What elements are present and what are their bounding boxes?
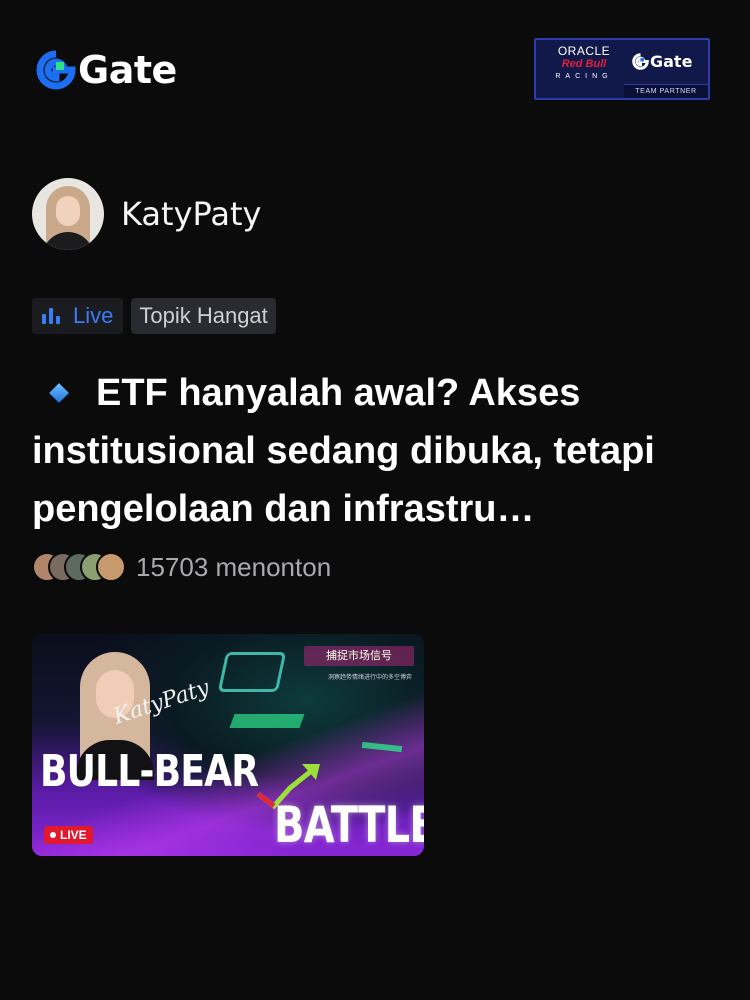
viewer-count: 15703 menonton — [136, 551, 332, 582]
avatar[interactable] — [32, 178, 104, 250]
partner-gate-icon — [632, 53, 649, 70]
gate-logo-icon — [36, 50, 76, 90]
live-bars-icon — [42, 308, 63, 324]
tag-row: Live Topik Hangat — [32, 298, 276, 334]
thumbnail-headline-1: BULL-BEAR — [40, 746, 259, 797]
team-partner-badge[interactable]: ORACLE Red Bull RACING Gate TEAM PARTNER — [534, 38, 710, 100]
stream-thumbnail[interactable]: KatyPaty 捕捉市场信号 洞察趋势情绪进行中的多空博弈 BULL-BEAR… — [32, 634, 424, 856]
streamer-name[interactable]: KatyPaty — [121, 195, 261, 233]
thumbnail-cn-subtitle: 洞察趋势情绪进行中的多空博弈 — [328, 674, 413, 681]
viewer-avatars — [32, 550, 128, 584]
streamer-profile[interactable]: KatyPaty — [32, 178, 261, 250]
post-title[interactable]: ETF hanyalah awal? Akses institusional s… — [32, 364, 722, 538]
gate-logo[interactable]: Gate — [36, 48, 177, 92]
topic-tag[interactable]: Topik Hangat — [131, 298, 276, 334]
live-badge: LIVE — [44, 826, 93, 844]
thumbnail-cn-title: 捕捉市场信号 — [304, 646, 414, 666]
partner-redbull-text: Red Bull — [561, 58, 607, 70]
live-tag-label: Live — [73, 303, 114, 328]
partner-oracle-text: ORACLE — [557, 44, 611, 58]
thumbnail-headline-2: BATTLE — [274, 796, 424, 854]
gate-logo-text: Gate — [78, 48, 177, 92]
live-dot-icon — [50, 832, 56, 838]
header: Gate ORACLE Red Bull RACING Gate TEAM PA… — [0, 0, 750, 140]
live-tag[interactable]: Live — [32, 298, 124, 334]
partner-gate-text: Gate — [650, 52, 693, 71]
live-badge-label: LIVE — [60, 828, 87, 842]
light-streak — [229, 714, 305, 728]
partner-racing-text: RACING — [555, 73, 613, 80]
team-partner-caption: TEAM PARTNER — [624, 84, 708, 98]
topic-tag-label: Topik Hangat — [139, 303, 268, 328]
viewer-avatar — [96, 552, 126, 582]
post-title-text: ETF hanyalah awal? Akses institusional s… — [32, 372, 655, 530]
car-graphic — [217, 652, 287, 692]
blue-diamond-icon — [49, 383, 69, 403]
viewer-info: 15703 menonton — [32, 550, 331, 584]
